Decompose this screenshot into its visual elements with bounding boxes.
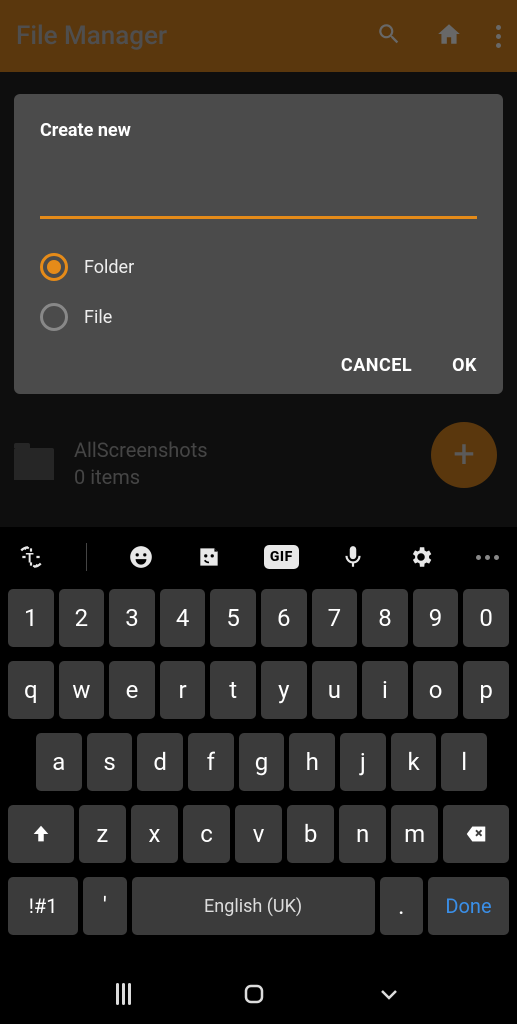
- radio-folder-row[interactable]: Folder: [40, 253, 477, 281]
- key-3[interactable]: 3: [109, 589, 155, 647]
- nav-home[interactable]: [242, 982, 266, 1006]
- radio-folder-label: Folder: [84, 257, 134, 278]
- key-u[interactable]: u: [312, 661, 358, 719]
- key-a[interactable]: a: [36, 733, 82, 791]
- toolbar-more-icon[interactable]: [476, 555, 499, 560]
- keyboard-toolbar: T GIF: [6, 537, 511, 589]
- keyboard-row-numbers: 1 2 3 4 5 6 7 8 9 0: [6, 589, 511, 647]
- key-9[interactable]: 9: [413, 589, 459, 647]
- toolbar-divider: [86, 543, 87, 571]
- radio-folder[interactable]: [40, 253, 68, 281]
- key-k[interactable]: k: [391, 733, 437, 791]
- keyboard-row-4: !#1 ' English (UK) . Done: [6, 877, 511, 935]
- nav-back[interactable]: [377, 982, 401, 1006]
- nav-bar: [0, 964, 517, 1024]
- nav-recents[interactable]: [116, 983, 131, 1005]
- settings-icon[interactable]: [408, 544, 434, 570]
- key-r[interactable]: r: [160, 661, 206, 719]
- key-w[interactable]: w: [59, 661, 105, 719]
- sticker-icon[interactable]: [196, 544, 222, 570]
- key-c[interactable]: c: [183, 805, 230, 863]
- apostrophe-key[interactable]: ': [83, 877, 126, 935]
- ok-button[interactable]: OK: [452, 355, 477, 376]
- radio-file-row[interactable]: File: [40, 303, 477, 331]
- key-g[interactable]: g: [239, 733, 285, 791]
- key-n[interactable]: n: [339, 805, 386, 863]
- keyboard-row-1: q w e r t y u i o p: [6, 661, 511, 719]
- done-key[interactable]: Done: [428, 877, 509, 935]
- key-b[interactable]: b: [287, 805, 334, 863]
- key-v[interactable]: v: [235, 805, 282, 863]
- mic-icon[interactable]: [340, 544, 366, 570]
- gif-badge: GIF: [264, 545, 299, 569]
- key-i[interactable]: i: [362, 661, 408, 719]
- key-q[interactable]: q: [8, 661, 54, 719]
- period-key[interactable]: .: [380, 877, 423, 935]
- key-2[interactable]: 2: [59, 589, 105, 647]
- key-o[interactable]: o: [413, 661, 459, 719]
- key-t[interactable]: t: [210, 661, 256, 719]
- cancel-button[interactable]: CANCEL: [341, 355, 412, 376]
- key-s[interactable]: s: [87, 733, 133, 791]
- key-x[interactable]: x: [131, 805, 178, 863]
- key-5[interactable]: 5: [210, 589, 256, 647]
- keyboard-row-3: z x c v b n m: [6, 805, 511, 863]
- key-0[interactable]: 0: [463, 589, 509, 647]
- gif-icon[interactable]: GIF: [264, 545, 299, 569]
- key-y[interactable]: y: [261, 661, 307, 719]
- key-l[interactable]: l: [441, 733, 487, 791]
- soft-keyboard: T GIF 1 2 3 4 5 6 7 8 9 0 q w e: [0, 527, 517, 1024]
- key-m[interactable]: m: [391, 805, 438, 863]
- shift-key[interactable]: [8, 805, 74, 863]
- svg-text:T: T: [26, 551, 34, 566]
- key-4[interactable]: 4: [160, 589, 206, 647]
- key-1[interactable]: 1: [8, 589, 54, 647]
- emoji-icon[interactable]: [128, 544, 154, 570]
- key-7[interactable]: 7: [312, 589, 358, 647]
- key-8[interactable]: 8: [362, 589, 408, 647]
- key-e[interactable]: e: [109, 661, 155, 719]
- key-f[interactable]: f: [188, 733, 234, 791]
- text-options-icon[interactable]: T: [18, 544, 44, 570]
- key-z[interactable]: z: [79, 805, 126, 863]
- dialog-actions: CANCEL OK: [40, 355, 477, 376]
- name-input[interactable]: [40, 177, 477, 219]
- key-j[interactable]: j: [340, 733, 386, 791]
- symbols-key[interactable]: !#1: [8, 877, 78, 935]
- radio-file-label: File: [84, 307, 112, 328]
- create-new-dialog: Create new Folder File CANCEL OK: [14, 94, 503, 394]
- radio-file[interactable]: [40, 303, 68, 331]
- key-d[interactable]: d: [137, 733, 183, 791]
- space-key[interactable]: English (UK): [132, 877, 375, 935]
- dialog-title: Create new: [40, 120, 477, 141]
- key-h[interactable]: h: [289, 733, 335, 791]
- backspace-key[interactable]: [443, 805, 509, 863]
- keyboard-row-2: a s d f g h j k l: [6, 733, 511, 791]
- key-p[interactable]: p: [463, 661, 509, 719]
- key-6[interactable]: 6: [261, 589, 307, 647]
